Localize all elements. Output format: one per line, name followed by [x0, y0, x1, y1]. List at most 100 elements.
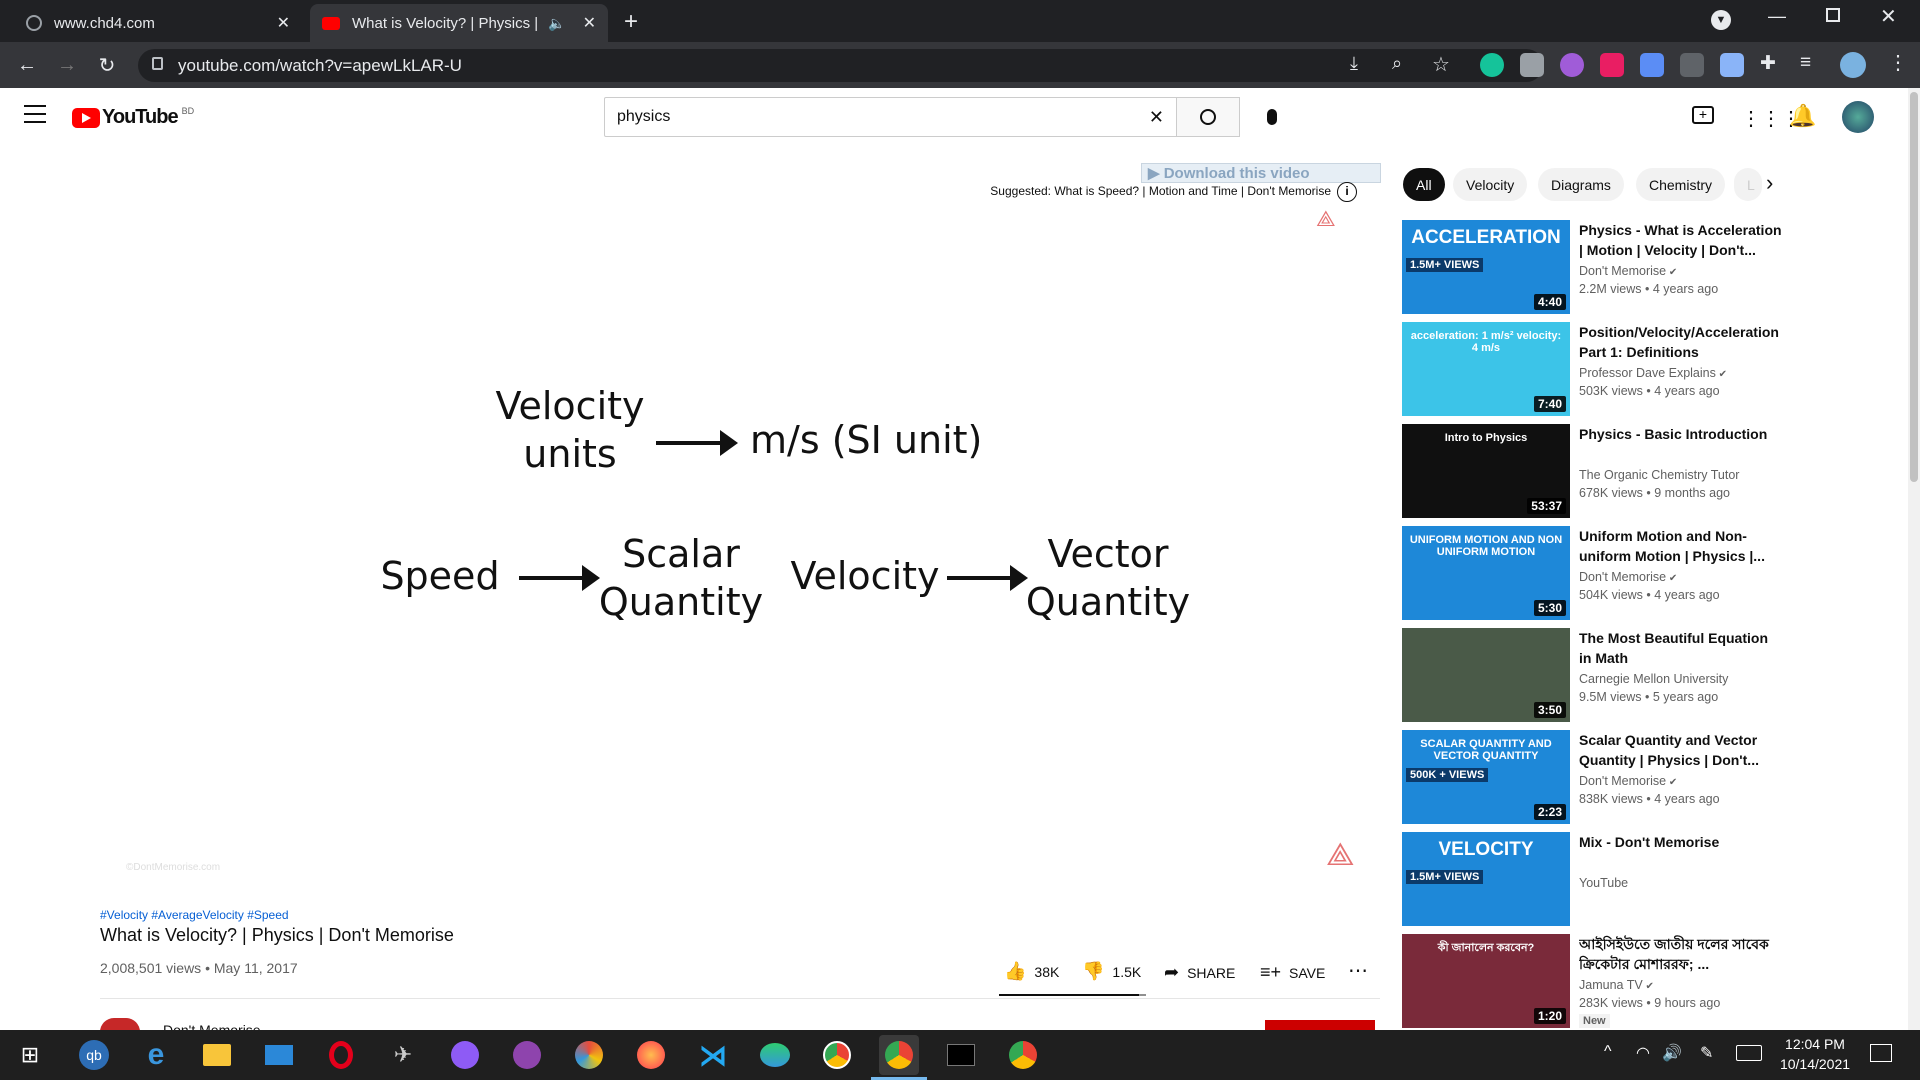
clear-search-icon[interactable]: ✕ [1149, 107, 1164, 128]
video-thumbnail[interactable]: SCALAR QUANTITY AND VECTOR QUANTITY 500K … [1402, 730, 1570, 824]
recommendation-item[interactable]: কী জানালেন করবেন? 1:20 আইসিইউতে জাতীয় দলে… [1402, 934, 1906, 1028]
recommendation-channel[interactable]: Professor Dave Explains ✔ [1579, 366, 1727, 380]
extension-icon[interactable] [1560, 53, 1584, 77]
video-thumbnail[interactable]: UNIFORM MOTION AND NON UNIFORM MOTION 5:3… [1402, 526, 1570, 620]
channel-name[interactable]: Don't Memorise [163, 1022, 261, 1030]
download-video-overlay[interactable]: ▶ Download this video [1141, 163, 1381, 183]
dislike-button[interactable]: 👎 1.5K [1082, 961, 1141, 982]
info-icon[interactable]: i [1337, 182, 1357, 202]
recommendation-channel[interactable]: The Organic Chemistry Tutor [1579, 468, 1739, 482]
opera-icon[interactable] [329, 1041, 353, 1069]
recommendation-title[interactable]: Uniform Motion and Non-uniform Motion | … [1579, 526, 1784, 566]
chevron-up-icon[interactable]: ^ [1604, 1043, 1612, 1061]
vscode-icon[interactable]: ⋊ [693, 1035, 733, 1075]
recommendation-title[interactable]: Mix - Don't Memorise [1579, 832, 1784, 852]
chevron-right-icon[interactable]: › [1766, 170, 1773, 196]
pen-icon[interactable]: ✎ [1700, 1043, 1713, 1063]
chrome-profile-icon[interactable] [1009, 1041, 1037, 1069]
clock[interactable]: 12:04 PM 10/14/2021 [1770, 1034, 1860, 1074]
browser-tab-chd4[interactable]: www.chd4.com ✕ [14, 4, 302, 42]
messenger-icon[interactable] [451, 1041, 479, 1069]
chip-velocity[interactable]: Velocity [1453, 168, 1528, 201]
video-thumbnail[interactable]: 3:50 [1402, 628, 1570, 722]
recommendation-title[interactable]: আইসিইউতে জাতীয় দলের সাবেক ক্রিকেটার মোশ… [1579, 934, 1784, 974]
paint-app-icon[interactable] [575, 1041, 603, 1069]
chip-all[interactable]: All [1403, 168, 1445, 201]
like-button[interactable]: 👍 38K [1004, 961, 1059, 982]
browser-menu-icon[interactable]: ⋮ [1888, 50, 1908, 75]
reading-list-icon[interactable]: ≡ [1800, 52, 1811, 74]
recommendation-title[interactable]: Position/Velocity/Acceleration Part 1: D… [1579, 322, 1784, 362]
camera-extension-icon[interactable] [1520, 53, 1544, 77]
chip-chemistry[interactable]: Chemistry [1636, 168, 1726, 201]
recommendation-title[interactable]: The Most Beautiful Equation in Math [1579, 628, 1784, 668]
restore-button[interactable] [1826, 8, 1840, 22]
earth-app-icon[interactable] [760, 1043, 790, 1067]
recommendation-channel[interactable]: Don't Memorise ✔ [1579, 264, 1677, 278]
subscribe-button[interactable] [1265, 1020, 1375, 1030]
firefox-icon[interactable] [637, 1041, 665, 1069]
install-icon[interactable]: ⤓ [1350, 53, 1358, 74]
video-thumbnail[interactable]: VELOCITY 1.5M+ VIEWS [1402, 832, 1570, 926]
chip-diagrams[interactable]: Diagrams [1538, 168, 1624, 201]
wifi-icon[interactable]: ◠ [1636, 1043, 1650, 1063]
recommendation-channel[interactable]: Don't Memorise ✔ [1579, 774, 1677, 788]
keyboard-icon[interactable] [1736, 1045, 1762, 1061]
share-button[interactable]: ➦ SHARE [1164, 962, 1235, 983]
youtube-logo[interactable]: YouTube BD [72, 106, 194, 129]
grammarly-extension-icon[interactable] [1480, 53, 1504, 77]
zoom-icon[interactable]: ⌕ [1392, 53, 1402, 74]
hashtags[interactable]: #Velocity #AverageVelocity #Speed [100, 908, 289, 922]
terminal-icon[interactable] [947, 1044, 975, 1066]
recommendation-channel[interactable]: YouTube [1579, 876, 1628, 890]
video-thumbnail[interactable]: acceleration: 1 m/s² velocity: 4 m/s 7:40 [1402, 322, 1570, 416]
recommendation-channel[interactable]: Carnegie Mellon University [1579, 672, 1728, 686]
recommendation-item[interactable]: acceleration: 1 m/s² velocity: 4 m/s 7:40… [1402, 322, 1906, 416]
recommendation-item[interactable]: Intro to Physics 53:37 Physics - Basic Int… [1402, 424, 1906, 518]
file-explorer-icon[interactable] [203, 1044, 231, 1066]
recommendation-item[interactable]: VELOCITY 1.5M+ VIEWS Mix - Don't Memorise Y… [1402, 832, 1906, 926]
github-desktop-icon[interactable] [513, 1041, 541, 1069]
download-extension-icon[interactable] [1640, 53, 1664, 77]
account-avatar[interactable] [1842, 101, 1874, 133]
qbittorrent-icon[interactable]: qb [79, 1040, 109, 1070]
close-tab-icon[interactable]: ✕ [277, 13, 290, 33]
video-thumbnail[interactable]: Intro to Physics 53:37 [1402, 424, 1570, 518]
recommendation-title[interactable]: Physics - Basic Introduction [1579, 424, 1784, 444]
search-button[interactable] [1176, 97, 1240, 137]
suggested-card[interactable]: Suggested: What is Speed? | Motion and T… [985, 184, 1331, 198]
reload-icon[interactable]: ↻ [92, 50, 122, 80]
page-scrollbar[interactable] [1908, 88, 1920, 1030]
minimize-button[interactable]: — [1768, 6, 1786, 27]
tab-search-icon[interactable]: ▼ [1711, 10, 1731, 30]
volume-icon[interactable]: 🔊 [1662, 1043, 1682, 1063]
close-tab-icon[interactable]: ✕ [583, 13, 596, 33]
speaker-icon[interactable]: 🔈 [548, 15, 565, 32]
recommendation-item[interactable]: UNIFORM MOTION AND NON UNIFORM MOTION 5:3… [1402, 526, 1906, 620]
play-extension-icon[interactable] [1600, 53, 1624, 77]
new-tab-button[interactable]: + [624, 8, 638, 36]
recommendation-channel[interactable]: Jamuna TV ✔ [1579, 978, 1654, 992]
video-thumbnail[interactable]: কী জানালেন করবেন? 1:20 [1402, 934, 1570, 1028]
recommendation-item[interactable]: SCALAR QUANTITY AND VECTOR QUANTITY 500K … [1402, 730, 1906, 824]
save-button[interactable]: ≡+ SAVE [1260, 962, 1325, 983]
address-bar[interactable]: youtube.com/watch?v=apewLkLAR-U [138, 49, 1543, 82]
browser-tab-youtube[interactable]: What is Velocity? | Physics | D 🔈 ✕ [310, 4, 608, 42]
recommendation-item[interactable]: 3:50 The Most Beautiful Equation in Math C… [1402, 628, 1906, 722]
close-window-button[interactable]: ✕ [1880, 4, 1897, 29]
chrome-icon[interactable] [823, 1041, 851, 1069]
bookmark-star-icon[interactable]: ☆ [1432, 52, 1450, 77]
recommendation-title[interactable]: Physics - What is Acceleration | Motion … [1579, 220, 1784, 260]
chip-more[interactable]: L [1734, 168, 1762, 201]
satellite-app-icon[interactable]: ✈ [383, 1035, 423, 1075]
more-actions-icon[interactable]: ⋯ [1348, 958, 1368, 983]
search-input[interactable]: physics ✕ [604, 97, 1177, 137]
recommendation-item[interactable]: ACCELERATION 1.5M+ VIEWS 4:40 Physics - Wha… [1402, 220, 1906, 314]
mail-icon[interactable] [265, 1045, 293, 1065]
pen-extension-icon[interactable] [1720, 53, 1744, 77]
video-player[interactable] [100, 170, 1380, 888]
chrome-active-icon[interactable] [885, 1041, 913, 1069]
voice-search-button[interactable] [1256, 101, 1288, 133]
screen-extension-icon[interactable] [1680, 53, 1704, 77]
notifications-bell-icon[interactable]: 🔔 [1789, 103, 1816, 129]
